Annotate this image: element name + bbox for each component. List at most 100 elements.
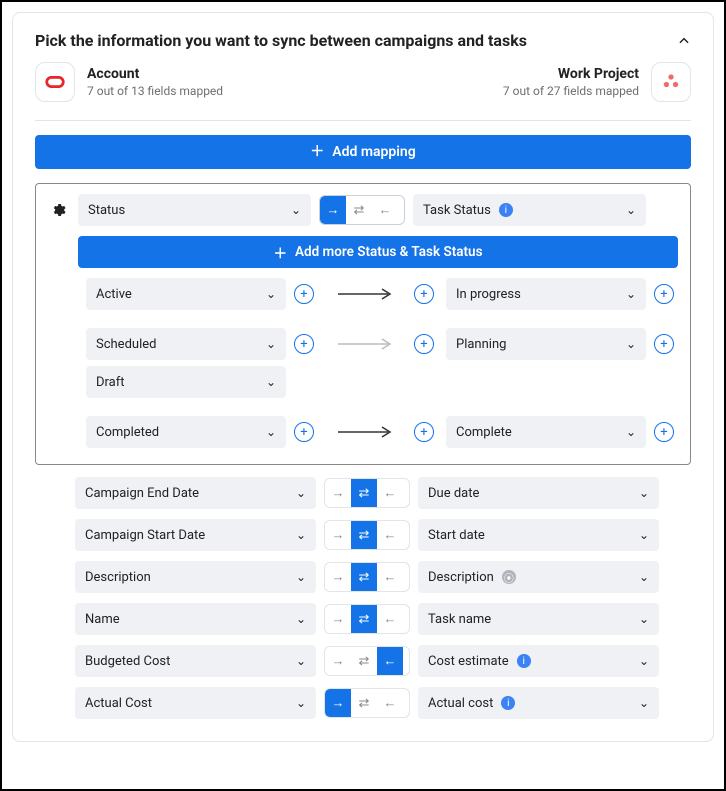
- dir-right-icon[interactable]: →: [325, 647, 351, 675]
- direction-toggle[interactable]: → ⇄ ←: [324, 688, 410, 718]
- dir-left-icon[interactable]: ←: [372, 196, 398, 224]
- status-left-field[interactable]: Status ⌄: [78, 194, 311, 226]
- chevron-down-icon: ⌄: [639, 570, 649, 584]
- source-app-name: Account: [87, 66, 223, 82]
- dir-left-icon[interactable]: ←: [377, 605, 403, 633]
- status-mapping-panel: Status ⌄ → ⇄ ← Task Statusi ⌄ ＋ Add more…: [35, 183, 691, 465]
- dir-both-icon[interactable]: ⇄: [351, 521, 377, 549]
- info-icon[interactable]: i: [517, 654, 531, 668]
- dir-both-icon[interactable]: ⇄: [351, 563, 377, 591]
- mapping-right-field[interactable]: Task name ⌄: [418, 603, 659, 635]
- chevron-down-icon: ⌄: [639, 612, 649, 626]
- direction-toggle[interactable]: → ⇄ ←: [324, 562, 410, 592]
- dir-right-icon[interactable]: →: [325, 479, 351, 507]
- direction-toggle[interactable]: → ⇄ ←: [324, 478, 410, 508]
- add-right-value-button[interactable]: +: [414, 334, 434, 354]
- info-icon[interactable]: ⦿: [502, 570, 516, 584]
- dir-left-icon[interactable]: ←: [377, 563, 403, 591]
- chevron-down-icon: ⌄: [296, 654, 306, 668]
- target-app-name: Work Project: [503, 66, 639, 82]
- mapping-left-field[interactable]: Campaign End Date ⌄: [75, 477, 316, 509]
- mapping-row: Description ⌄ → ⇄ ← Description⦿ ⌄: [35, 561, 691, 593]
- apps-header: Account 7 out of 13 fields mapped Work P…: [35, 62, 691, 102]
- direction-toggle[interactable]: → ⇄ ←: [324, 604, 410, 634]
- chevron-down-icon: ⌄: [296, 696, 306, 710]
- chevron-down-icon: ⌄: [639, 654, 649, 668]
- chevron-down-icon: ⌄: [639, 486, 649, 500]
- mapping-row: Name ⌄ → ⇄ ← Task name ⌄: [35, 603, 691, 635]
- divider: [35, 120, 691, 121]
- chevron-down-icon: ⌄: [639, 528, 649, 542]
- chevron-down-icon: ⌄: [296, 486, 306, 500]
- mapping-left-field[interactable]: Budgeted Cost ⌄: [75, 645, 316, 677]
- status-value-right[interactable]: Planning ⌄: [446, 328, 646, 360]
- chevron-down-icon: ⌄: [266, 375, 276, 389]
- dir-right-icon[interactable]: →: [325, 563, 351, 591]
- target-app-subtitle: 7 out of 27 fields mapped: [503, 84, 639, 98]
- status-value-left[interactable]: Completed ⌄: [86, 416, 286, 448]
- status-value-left-extra[interactable]: Draft ⌄: [86, 366, 286, 398]
- dir-left-icon[interactable]: ←: [377, 521, 403, 549]
- status-value-right[interactable]: Complete ⌄: [446, 416, 646, 448]
- mapping-left-field[interactable]: Description ⌄: [75, 561, 316, 593]
- dir-both-icon[interactable]: ⇄: [351, 689, 377, 717]
- mapping-left-field[interactable]: Actual Cost ⌄: [75, 687, 316, 719]
- status-value-left[interactable]: Active ⌄: [86, 278, 286, 310]
- status-value-left[interactable]: Scheduled ⌄: [86, 328, 286, 360]
- gear-icon[interactable]: [46, 202, 70, 218]
- info-icon[interactable]: i: [499, 203, 513, 217]
- chevron-down-icon: ⌄: [296, 612, 306, 626]
- mapping-row: Budgeted Cost ⌄ → ⇄ ← Cost estimatei ⌄: [35, 645, 691, 677]
- chevron-down-icon: ⌄: [626, 287, 636, 301]
- add-more-status-button[interactable]: ＋ Add more Status & Task Status: [78, 236, 678, 268]
- add-left-value-button[interactable]: +: [294, 284, 314, 304]
- add-pair-button[interactable]: +: [654, 334, 674, 354]
- target-app-icon: [651, 62, 691, 102]
- mapping-right-field[interactable]: Cost estimatei ⌄: [418, 645, 659, 677]
- add-right-value-button[interactable]: +: [414, 284, 434, 304]
- chevron-down-icon: ⌄: [626, 337, 636, 351]
- add-right-value-button[interactable]: +: [414, 422, 434, 442]
- chevron-down-icon: ⌄: [626, 425, 636, 439]
- arrow-right-icon: [326, 338, 406, 350]
- direction-toggle[interactable]: → ⇄ ←: [324, 646, 410, 676]
- status-direction-toggle[interactable]: → ⇄ ←: [319, 195, 405, 225]
- mapping-right-field[interactable]: Due date ⌄: [418, 477, 659, 509]
- status-value-right[interactable]: In progress ⌄: [446, 278, 646, 310]
- dir-left-icon[interactable]: ←: [377, 479, 403, 507]
- mapping-left-field[interactable]: Name ⌄: [75, 603, 316, 635]
- direction-toggle[interactable]: → ⇄ ←: [324, 520, 410, 550]
- dir-left-icon[interactable]: ←: [377, 689, 403, 717]
- arrow-right-icon: [326, 288, 406, 300]
- add-pair-button[interactable]: +: [654, 422, 674, 442]
- add-left-value-button[interactable]: +: [294, 334, 314, 354]
- target-app: Work Project 7 out of 27 fields mapped: [503, 62, 691, 102]
- add-mapping-button[interactable]: ＋ Add mapping: [35, 135, 691, 169]
- add-pair-button[interactable]: +: [654, 284, 674, 304]
- plus-icon: ＋: [273, 242, 287, 262]
- mapping-right-field[interactable]: Start date ⌄: [418, 519, 659, 551]
- info-icon[interactable]: i: [501, 696, 515, 710]
- status-left-label: Status: [88, 203, 125, 218]
- dir-both-icon[interactable]: ⇄: [351, 479, 377, 507]
- mapping-row: Actual Cost ⌄ → ⇄ ← Actual costi ⌄: [35, 687, 691, 719]
- dir-left-icon[interactable]: ←: [377, 647, 403, 675]
- chevron-down-icon: ⌄: [266, 425, 276, 439]
- dir-both-icon[interactable]: ⇄: [351, 605, 377, 633]
- chevron-down-icon: ⌄: [626, 203, 636, 217]
- chevron-down-icon: ⌄: [296, 528, 306, 542]
- mapping-left-field[interactable]: Campaign Start Date ⌄: [75, 519, 316, 551]
- source-app: Account 7 out of 13 fields mapped: [35, 62, 223, 102]
- dir-right-icon[interactable]: →: [320, 196, 346, 224]
- dir-right-icon[interactable]: →: [325, 521, 351, 549]
- dir-both-icon[interactable]: ⇄: [346, 196, 372, 224]
- add-left-value-button[interactable]: +: [294, 422, 314, 442]
- dir-right-icon[interactable]: →: [325, 689, 351, 717]
- dir-both-icon[interactable]: ⇄: [351, 647, 377, 675]
- status-right-field[interactable]: Task Statusi ⌄: [413, 194, 646, 226]
- collapse-icon[interactable]: [677, 34, 691, 48]
- source-app-subtitle: 7 out of 13 fields mapped: [87, 84, 223, 98]
- mapping-right-field[interactable]: Description⦿ ⌄: [418, 561, 659, 593]
- dir-right-icon[interactable]: →: [325, 605, 351, 633]
- mapping-right-field[interactable]: Actual costi ⌄: [418, 687, 659, 719]
